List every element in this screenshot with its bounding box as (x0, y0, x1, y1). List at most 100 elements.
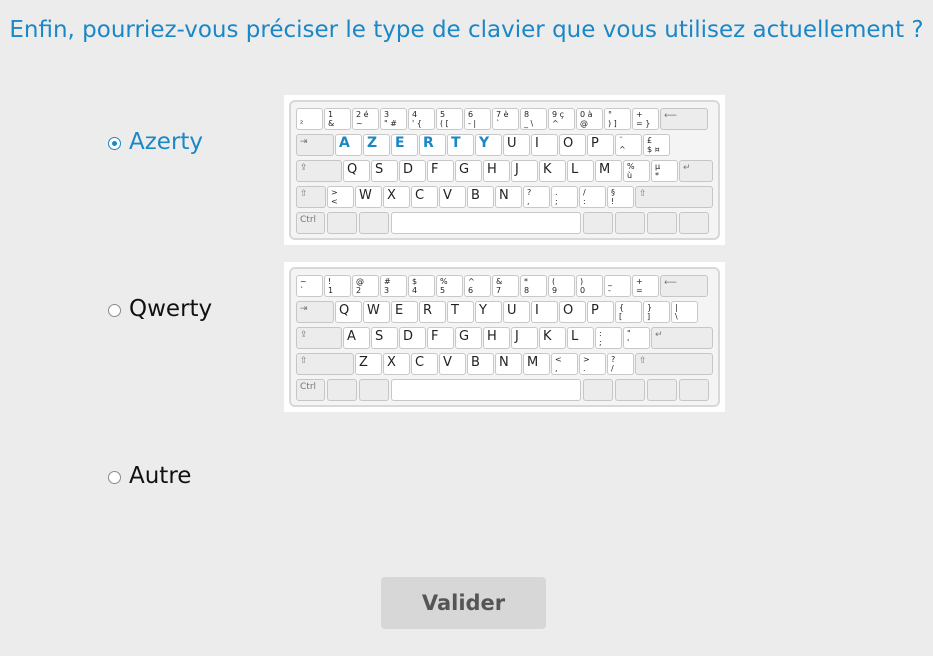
keyboard-key-letter: R (419, 134, 446, 156)
keyboard-key-letter: P (587, 301, 614, 323)
keyboard-key-shift-right: ⇧ (635, 353, 713, 375)
keyboard-key-mod (327, 379, 357, 401)
keyboard-key-number: 4 ' { (408, 108, 435, 130)
keyboard-key-letter: X (383, 353, 410, 375)
keyboard-key-number: 5( [ (436, 108, 463, 130)
keyboard-key-letter: O (559, 301, 586, 323)
keyboard-key-number: + = (632, 275, 659, 297)
radio-autre[interactable] (108, 471, 121, 484)
keyboard-key-symbol: µ * (651, 160, 678, 182)
keyboard-key-tab: ⇥ (296, 301, 334, 323)
keyboard-key-enter: ↵ (651, 327, 713, 349)
keyboard-key-letter: I (531, 301, 558, 323)
keyboard-key-symbol: /: (579, 186, 606, 208)
keyboard-key-symbol: > < (327, 186, 354, 208)
keyboard-key-letter: C (411, 353, 438, 375)
keyboard-key-letter: S (371, 327, 398, 349)
keyboard-key-number: 0 à @ (576, 108, 603, 130)
keyboard-key-number: * 8 (520, 275, 547, 297)
keyboard-key-mod (583, 212, 613, 234)
keyboard-key-letter: T (447, 134, 474, 156)
keyboard-key-number: 2 é ~ (352, 108, 379, 130)
keyboard-key-number: 8 _ \ (520, 108, 547, 130)
option-label-azerty: Azerty (129, 129, 204, 155)
keyboard-key-symbol: >. (579, 353, 606, 375)
keyboard-key-number: + = } (632, 108, 659, 130)
keyboard-key-letter: M (523, 353, 550, 375)
option-azerty[interactable]: Azerty (108, 129, 203, 155)
keyboard-key-number: 1 & (324, 108, 351, 130)
keyboard-key-symbol: % ù (623, 160, 650, 182)
keyboard-key-number: ! 1 (324, 275, 351, 297)
option-label-qwerty: Qwerty (129, 296, 213, 322)
keyboard-key-symbol: | \ (671, 301, 698, 323)
keyboard-key-letter: V (439, 353, 466, 375)
keyboard-key-symbol: ? / (607, 353, 634, 375)
keyboard-key-letter: K (539, 327, 566, 349)
keyboard-key-mod (647, 212, 677, 234)
keyboard-key-ctrl: Ctrl (296, 379, 325, 401)
keyboard-key-backspace: ⟵ (660, 108, 708, 130)
keyboard-key-enter: ↵ (679, 160, 713, 182)
keyboard-key-number: ) 0 (576, 275, 603, 297)
keyboard-key-letter: Q (343, 160, 370, 182)
keyboard-key-letter: N (495, 186, 522, 208)
keyboard-key-letter: U (503, 301, 530, 323)
keyboard-key-symbol: {[ (615, 301, 642, 323)
keyboard-key-capslock: ⇪ (296, 327, 342, 349)
keyboard-key-symbol: " ' (623, 327, 650, 349)
keyboard-key-number: $4 (408, 275, 435, 297)
keyboard-key-letter: N (495, 353, 522, 375)
keyboard-key-number: 6- | (464, 108, 491, 130)
keyboard-key-number: ^ 6 (464, 275, 491, 297)
keyboard-key-letter: Y (475, 301, 502, 323)
keyboard-key-letter: R (419, 301, 446, 323)
keyboard-key-ctrl: Ctrl (296, 212, 325, 234)
keyboard-key-number: °) ] (604, 108, 631, 130)
keyboard-key-mod (615, 379, 645, 401)
keyboard-key-tab: ⇥ (296, 134, 334, 156)
keyboard-key-letter: L (567, 327, 594, 349)
keyboard-key-letter: I (531, 134, 558, 156)
keyboard-key-letter: G (455, 160, 482, 182)
keyboard-key-symbol: }] (643, 301, 670, 323)
keyboard-key-number: % 5 (436, 275, 463, 297)
keyboard-key-letter: C (411, 186, 438, 208)
keyboard-key-symbol: ?, (523, 186, 550, 208)
keyboard-key-mod (359, 212, 389, 234)
keyboard-key-number: (9 (548, 275, 575, 297)
keyboard-key-letter: P (587, 134, 614, 156)
keyboard-key-mod (583, 379, 613, 401)
radio-qwerty[interactable] (108, 304, 121, 317)
keyboard-key-shift: ⇧ (296, 353, 354, 375)
keyboard-key-mod (327, 212, 357, 234)
keyboard-key-letter: D (399, 160, 426, 182)
keyboard-key-letter: O (559, 134, 586, 156)
keyboard-key-letter: E (391, 301, 418, 323)
keyboard-key-letter: D (399, 327, 426, 349)
option-qwerty[interactable]: Qwerty (108, 296, 212, 322)
keyboard-key-symbol: <, (551, 353, 578, 375)
keyboard-key-letter: B (467, 353, 494, 375)
keyboard-key-letter: U (503, 134, 530, 156)
qwerty-keyboard-image: ~ `! 1 @2 #3 $4% 5 ^ 6 & 7 * 8(9) 0 _ - + = ⟵ ⇥ Q W E R T Y U I O P{[… (284, 262, 725, 412)
option-label-autre: Autre (129, 463, 192, 489)
submit-button[interactable]: Valider (381, 577, 546, 629)
keyboard-key-number: ² (296, 108, 323, 130)
keyboard-key-space (391, 379, 581, 401)
option-autre[interactable]: Autre (108, 463, 191, 489)
keyboard-key-letter: J (511, 327, 538, 349)
keyboard-key-letter: S (371, 160, 398, 182)
keyboard-key-symbol: .; (551, 186, 578, 208)
keyboard-key-backspace: ⟵ (660, 275, 708, 297)
radio-azerty[interactable] (108, 137, 121, 150)
keyboard-key-number: ~ ` (296, 275, 323, 297)
keyboard-key-number: #3 (380, 275, 407, 297)
keyboard-key-number: 7 è ` (492, 108, 519, 130)
keyboard-key-mod (647, 379, 677, 401)
keyboard-key-number: @2 (352, 275, 379, 297)
keyboard-key-letter: A (335, 134, 362, 156)
keyboard-key-letter: Y (475, 134, 502, 156)
keyboard-key-mod (359, 379, 389, 401)
keyboard-key-number: _ - (604, 275, 631, 297)
